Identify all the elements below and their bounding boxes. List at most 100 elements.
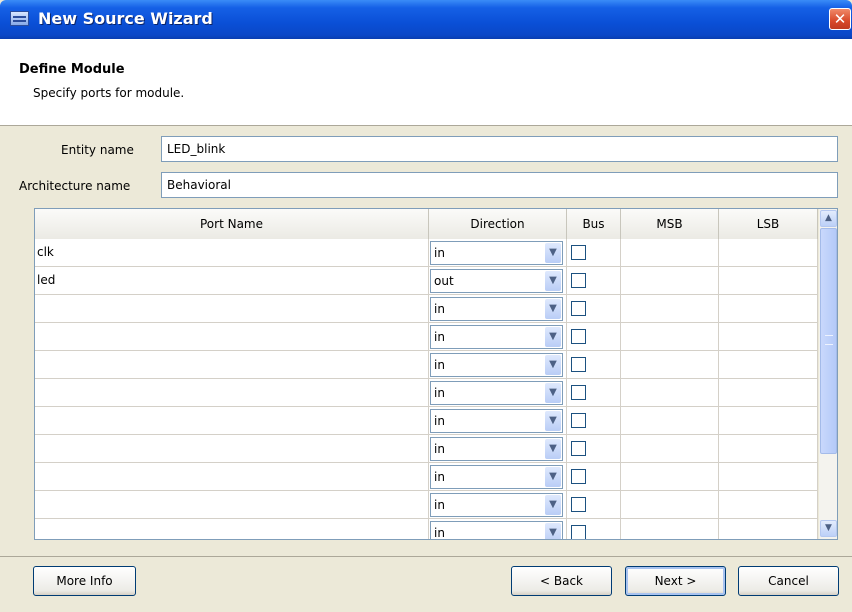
bus-checkbox[interactable] — [571, 245, 586, 260]
bus-checkbox[interactable] — [571, 301, 586, 316]
direction-select[interactable]: in ▼ — [430, 437, 563, 461]
cancel-button[interactable]: Cancel — [738, 566, 839, 596]
msb-cell[interactable] — [621, 351, 719, 379]
bus-checkbox[interactable] — [571, 385, 586, 400]
direction-value: in — [434, 442, 445, 456]
title-bar[interactable]: New Source Wizard ✕ — [0, 0, 852, 39]
direction-select[interactable]: in ▼ — [430, 325, 563, 349]
chevron-down-icon[interactable]: ▼ — [545, 383, 561, 403]
lsb-cell[interactable] — [719, 323, 818, 351]
msb-cell[interactable] — [621, 239, 719, 267]
msb-cell[interactable] — [621, 435, 719, 463]
column-header-lsb[interactable]: LSB — [719, 209, 818, 239]
msb-cell[interactable] — [621, 379, 719, 407]
bus-cell — [567, 323, 621, 351]
bus-checkbox[interactable] — [571, 273, 586, 288]
port-name-cell[interactable] — [35, 379, 429, 407]
more-info-button[interactable]: More Info — [33, 566, 136, 596]
bus-checkbox[interactable] — [571, 441, 586, 456]
chevron-down-icon[interactable]: ▼ — [545, 439, 561, 459]
close-button[interactable]: ✕ — [829, 8, 851, 30]
port-name-cell[interactable] — [35, 463, 429, 491]
port-name-cell[interactable] — [35, 491, 429, 519]
chevron-down-icon[interactable]: ▼ — [545, 327, 561, 347]
vertical-scrollbar[interactable]: ▲ ▼ — [818, 209, 837, 539]
column-header-bus[interactable]: Bus — [567, 209, 621, 239]
chevron-down-icon[interactable]: ▼ — [545, 523, 561, 539]
msb-cell[interactable] — [621, 519, 719, 539]
direction-select[interactable]: in ▼ — [430, 493, 563, 517]
chevron-down-icon[interactable]: ▼ — [545, 355, 561, 375]
port-name-cell[interactable] — [35, 351, 429, 379]
direction-cell: in ▼ — [429, 295, 567, 323]
bus-cell — [567, 267, 621, 295]
msb-cell[interactable] — [621, 463, 719, 491]
msb-cell[interactable] — [621, 267, 719, 295]
direction-cell: in ▼ — [429, 351, 567, 379]
lsb-cell[interactable] — [719, 267, 818, 295]
bus-checkbox[interactable] — [571, 357, 586, 372]
chevron-down-icon[interactable]: ▼ — [545, 495, 561, 515]
wizard-window: New Source Wizard ✕ Define Module Specif… — [0, 0, 852, 612]
direction-select[interactable]: in ▼ — [430, 353, 563, 377]
scroll-thumb[interactable] — [820, 228, 837, 454]
direction-select[interactable]: in ▼ — [430, 297, 563, 321]
chevron-down-icon[interactable]: ▼ — [545, 411, 561, 431]
direction-select[interactable]: in ▼ — [430, 409, 563, 433]
lsb-cell[interactable] — [719, 407, 818, 435]
direction-value: in — [434, 302, 445, 316]
port-name-cell[interactable] — [35, 435, 429, 463]
port-name-cell[interactable] — [35, 519, 429, 539]
bus-checkbox[interactable] — [571, 413, 586, 428]
back-button[interactable]: < Back — [511, 566, 612, 596]
lsb-cell[interactable] — [719, 239, 818, 267]
table-row: in ▼ — [35, 379, 818, 407]
bus-checkbox[interactable] — [571, 525, 586, 539]
lsb-cell[interactable] — [719, 379, 818, 407]
chevron-down-icon[interactable]: ▼ — [545, 243, 561, 263]
port-name-cell[interactable]: led — [35, 267, 429, 295]
direction-select[interactable]: out ▼ — [430, 269, 563, 293]
column-header-msb[interactable]: MSB — [621, 209, 719, 239]
entity-name-input[interactable]: LED_blink — [161, 136, 838, 162]
direction-select[interactable]: in ▼ — [430, 381, 563, 405]
scroll-down-button[interactable]: ▼ — [820, 520, 837, 537]
bus-cell — [567, 435, 621, 463]
bus-cell — [567, 491, 621, 519]
lsb-cell[interactable] — [719, 519, 818, 539]
bus-checkbox[interactable] — [571, 469, 586, 484]
button-separator — [0, 556, 852, 557]
port-name-cell[interactable] — [35, 295, 429, 323]
architecture-name-input[interactable]: Behavioral — [161, 172, 838, 198]
window-title: New Source Wizard — [38, 9, 213, 28]
lsb-cell[interactable] — [719, 463, 818, 491]
next-button[interactable]: Next > — [625, 566, 726, 596]
lsb-cell[interactable] — [719, 491, 818, 519]
port-name-cell[interactable] — [35, 407, 429, 435]
direction-cell: in ▼ — [429, 379, 567, 407]
close-icon: ✕ — [833, 10, 847, 28]
lsb-cell[interactable] — [719, 351, 818, 379]
bus-checkbox[interactable] — [571, 329, 586, 344]
msb-cell[interactable] — [621, 295, 719, 323]
msb-cell[interactable] — [621, 407, 719, 435]
direction-select[interactable]: in ▼ — [430, 241, 563, 265]
direction-select[interactable]: in ▼ — [430, 465, 563, 489]
column-header-port-name[interactable]: Port Name — [35, 209, 429, 239]
bus-checkbox[interactable] — [571, 497, 586, 512]
direction-select[interactable]: in ▼ — [430, 521, 563, 540]
port-name-cell[interactable]: clk — [35, 239, 429, 267]
msb-cell[interactable] — [621, 491, 719, 519]
direction-value: in — [434, 526, 445, 540]
scroll-up-button[interactable]: ▲ — [820, 210, 837, 227]
port-name-cell[interactable] — [35, 323, 429, 351]
chevron-down-icon[interactable]: ▼ — [545, 299, 561, 319]
lsb-cell[interactable] — [719, 435, 818, 463]
msb-cell[interactable] — [621, 323, 719, 351]
app-icon — [10, 11, 29, 26]
bus-cell — [567, 379, 621, 407]
lsb-cell[interactable] — [719, 295, 818, 323]
chevron-down-icon[interactable]: ▼ — [545, 271, 561, 291]
chevron-down-icon[interactable]: ▼ — [545, 467, 561, 487]
column-header-direction[interactable]: Direction — [429, 209, 567, 239]
